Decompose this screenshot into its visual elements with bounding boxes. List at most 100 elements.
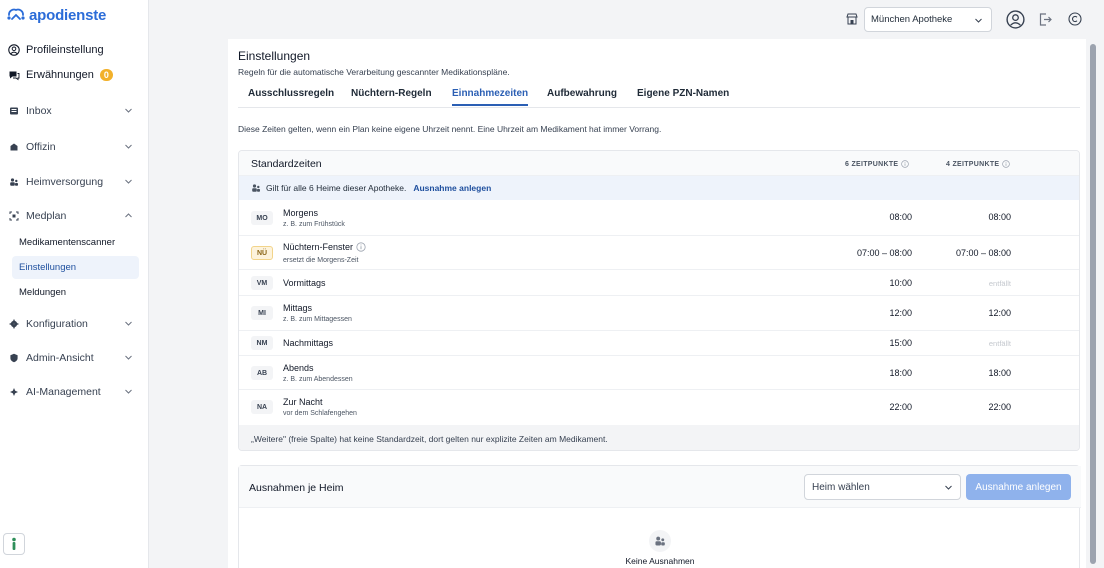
sidebar-item-label: Konfiguration [26, 318, 88, 330]
time-name-label: Vormittags [283, 278, 326, 288]
info-icon[interactable] [356, 242, 366, 252]
sidebar-item-label: AI-Management [26, 386, 101, 398]
account-button[interactable] [1005, 9, 1025, 29]
sidebar-item-label: Admin-Ansicht [26, 352, 94, 364]
logout-button[interactable] [1035, 9, 1055, 29]
pharmacy-select[interactable]: München Apotheke [864, 7, 992, 32]
scrollbar[interactable] [1090, 44, 1096, 564]
sidebar-item-label: Medplan [26, 210, 67, 222]
exceptions-card: Ausnahmen je Heim Heim wählen Ausnahme a… [238, 465, 1081, 568]
time-code-badge: VM [251, 276, 273, 290]
time-value-4[interactable]: 18:00 [988, 368, 1011, 378]
inbox-icon [9, 106, 19, 116]
chevron-down-icon [125, 321, 132, 326]
time-value-6[interactable]: 12:00 [889, 308, 912, 318]
time-name-label: Morgens [283, 208, 319, 218]
time-value-6[interactable]: 08:00 [889, 212, 912, 222]
sidebar-item-ai-management[interactable]: AI-Management [0, 382, 149, 402]
time-hint: z. B. zum Mittagessen [283, 316, 352, 323]
sidebar-item-offizin[interactable]: Offizin [0, 137, 149, 157]
standard-times-card: Standardzeiten 6 ZEITPUNKTE 4 ZEITPUNKTE… [238, 150, 1080, 451]
sidebar-subitem-medikamentenscanner[interactable]: Medikamentenscanner [12, 231, 139, 254]
tab-nuechtern-regeln[interactable]: Nüchtern-Regeln [351, 88, 432, 104]
create-exception-link[interactable]: Ausnahme anlegen [413, 183, 491, 193]
tab-ausschlussregeln[interactable]: Ausschlussregeln [248, 88, 334, 104]
card-title: Standardzeiten [251, 158, 322, 170]
tab-einnahmezeiten[interactable]: Einnahmezeiten [452, 88, 529, 106]
column-header-6: 6 ZEITPUNKTE [845, 160, 910, 168]
add-exception-button[interactable]: Ausnahme anlegen [966, 474, 1071, 500]
info-icon[interactable] [901, 160, 910, 168]
time-value-6[interactable]: 22:00 [889, 402, 912, 412]
sidebar-item-admin-ansicht[interactable]: Admin-Ansicht [0, 348, 149, 368]
time-value-4: entfällt [988, 279, 1011, 288]
chevron-down-icon [975, 18, 982, 23]
settings-tabs: Ausschlussregeln Nüchtern-Regeln Einnahm… [238, 85, 1080, 108]
time-code-badge: NM [251, 336, 273, 350]
table-row: NA Zur Nacht vor dem Schlafengehen 22:00… [239, 390, 1079, 425]
time-value-6[interactable]: 07:00 – 08:00 [857, 248, 912, 258]
standard-times-footnote: „Weitere" (freie Spalte) hat keine Stand… [239, 425, 1079, 450]
mentions-link[interactable]: Erwähnungen 0 [8, 69, 113, 81]
table-row: AB Abends z. B. zum Abendessen 18:00 18:… [239, 356, 1079, 390]
info-icon[interactable] [1002, 160, 1011, 168]
pharmacy-select-value: München Apotheke [871, 14, 953, 25]
time-code-badge: MI [251, 306, 273, 320]
time-value-6[interactable]: 15:00 [889, 338, 912, 348]
time-code-badge: NA [251, 400, 273, 414]
feedback-button[interactable] [3, 533, 25, 555]
sidebar-item-inbox[interactable]: Inbox [0, 101, 149, 121]
tab-eigene-pzn-namen[interactable]: Eigene PZN-Namen [637, 88, 729, 104]
chevron-down-icon [125, 179, 132, 184]
time-name: Nüchtern-Fenster [283, 242, 366, 252]
page-subtitle: Regeln für die automatische Verarbeitung… [238, 67, 510, 77]
scope-notice: Gilt für alle 6 Heime dieser Apotheke. A… [239, 176, 1079, 200]
time-value-4[interactable]: 07:00 – 08:00 [956, 248, 1011, 258]
chevron-down-icon [125, 355, 132, 360]
copyright-icon [1068, 12, 1082, 26]
logo-icon [7, 8, 25, 20]
sidebar-item-label: Heimversorgung [26, 176, 104, 188]
tab-aufbewahrung[interactable]: Aufbewahrung [547, 88, 617, 104]
sidebar-subitem-einstellungen[interactable]: Einstellungen [12, 256, 139, 279]
time-name: Mittags [283, 303, 312, 313]
shield-icon [9, 353, 19, 363]
time-value-4[interactable]: 22:00 [988, 402, 1011, 412]
sidebar-subitem-meldungen[interactable]: Meldungen [12, 281, 139, 304]
info-pin-icon [12, 537, 16, 550]
time-name-label: Zur Nacht [283, 397, 323, 407]
column-header-4: 4 ZEITPUNKTE [946, 160, 1011, 168]
info-text: Diese Zeiten gelten, wenn ein Plan keine… [238, 124, 662, 134]
empty-state-text: Keine Ausnahmen [625, 556, 695, 566]
copyright-button[interactable] [1065, 9, 1085, 29]
time-value-4[interactable]: 08:00 [988, 212, 1011, 222]
user-circle-icon [8, 44, 20, 56]
home-select-value: Heim wählen [812, 481, 870, 493]
time-value-6[interactable]: 10:00 [889, 278, 912, 288]
sidebar-item-medplan[interactable]: Medplan [0, 206, 149, 226]
people-icon [655, 536, 665, 546]
time-hint: ersetzt die Morgens-Zeit [283, 257, 359, 264]
time-value-4[interactable]: 12:00 [988, 308, 1011, 318]
time-value-4: entfällt [988, 339, 1011, 348]
home-select[interactable]: Heim wählen [804, 474, 961, 500]
logout-icon [1039, 12, 1052, 26]
sidebar-item-label: Offizin [26, 141, 56, 153]
chat-icon [8, 69, 20, 81]
card-title: Ausnahmen je Heim [249, 482, 344, 494]
chevron-down-icon [945, 485, 952, 490]
profile-settings-label: Profileinstellung [26, 44, 104, 56]
brand-logo[interactable]: apodienste [6, 6, 106, 24]
ai-icon [9, 387, 19, 397]
sidebar-item-heimversorgung[interactable]: Heimversorgung [0, 172, 149, 192]
column-header-label: 6 ZEITPUNKTE [845, 160, 899, 168]
sidebar-item-konfiguration[interactable]: Konfiguration [0, 314, 149, 334]
time-code-badge: NÜ [251, 246, 273, 260]
table-row: MI Mittags z. B. zum Mittagessen 12:00 1… [239, 296, 1079, 331]
time-hint: vor dem Schlafengehen [283, 410, 357, 417]
scan-icon [9, 211, 19, 221]
profile-settings-link[interactable]: Profileinstellung [8, 44, 104, 56]
time-name: Nachmittags [283, 338, 333, 348]
time-value-6[interactable]: 18:00 [889, 368, 912, 378]
card-header: Ausnahmen je Heim Heim wählen Ausnahme a… [239, 466, 1081, 508]
